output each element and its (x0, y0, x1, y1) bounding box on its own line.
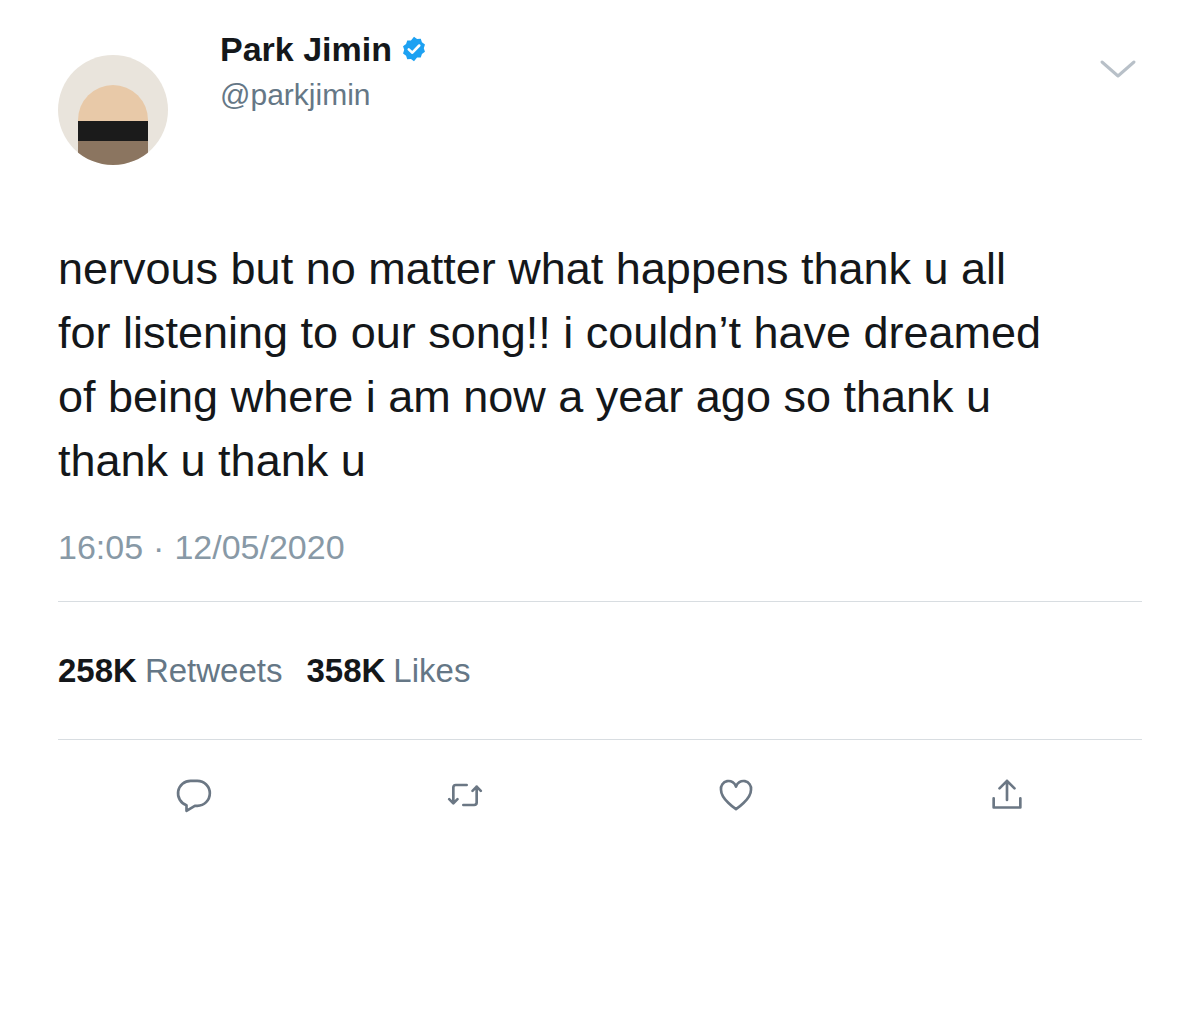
stat-count: 358K (306, 652, 385, 690)
action-button[interactable] (58, 775, 329, 815)
retweet-icon (445, 775, 485, 815)
tweet-page: Park Jimin@parkjimin nervous but no matte… (0, 0, 1200, 1021)
chevron-down-icon[interactable] (1098, 57, 1138, 81)
tweet-date: 12/05/2020 (174, 528, 344, 566)
avatar-photo (78, 85, 148, 165)
stat-label: Retweets (145, 652, 283, 690)
author: Park Jimin@parkjimin (220, 27, 1098, 115)
avatar[interactable] (58, 55, 168, 165)
action-button[interactable] (871, 775, 1142, 815)
heart-icon (716, 775, 756, 815)
stat[interactable]: 358KLikes (306, 652, 470, 690)
tweet-time: 16:05 (58, 528, 143, 566)
author-name[interactable]: Park Jimin (220, 27, 392, 71)
verified-badge-icon (400, 35, 428, 63)
separator: · (153, 528, 164, 566)
stat-label: Likes (393, 652, 470, 690)
action-button[interactable] (600, 775, 871, 815)
divider (58, 739, 1142, 740)
action-bar (58, 740, 1142, 850)
share-icon (987, 775, 1027, 815)
reply-icon (174, 775, 214, 815)
divider (58, 601, 1142, 602)
stat-count: 258K (58, 652, 137, 690)
action-button[interactable] (329, 775, 600, 815)
stat[interactable]: 258KRetweets (58, 652, 282, 690)
author-handle[interactable]: @parkjimin (220, 75, 1098, 115)
tweet-stats: 258KRetweets 358KLikes (58, 602, 1142, 739)
tweet-text: nervous but no matter what happens thank… (58, 237, 1068, 493)
tweet-header: Park Jimin@parkjimin (58, 27, 1142, 165)
name-row: Park Jimin (220, 27, 1098, 71)
tweet-timestamp: 16:05 · 12/05/2020 (58, 525, 1142, 569)
